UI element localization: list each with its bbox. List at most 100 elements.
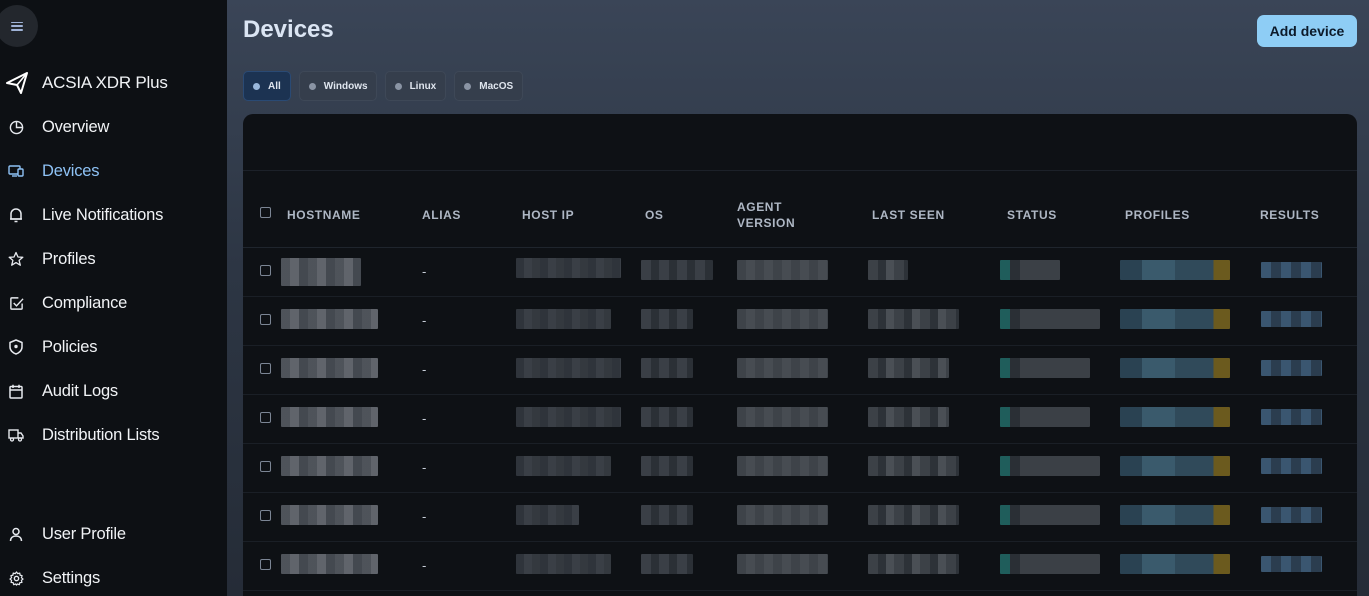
sidebar-item-settings[interactable]: Settings [0, 560, 227, 596]
status-redacted [1000, 554, 1100, 574]
filter-chip-windows[interactable]: Windows [298, 71, 377, 101]
results-redacted [1261, 556, 1322, 572]
last-seen-redacted [868, 309, 959, 329]
row-checkbox[interactable] [260, 265, 271, 276]
status-redacted [1000, 407, 1090, 427]
logo-icon [6, 72, 28, 94]
filter-chip-all[interactable]: All [243, 71, 291, 101]
hostname-redacted [281, 407, 378, 427]
devices-table: HOSTNAME ALIAS HOST IP OS AGENT VERSION … [243, 114, 1357, 596]
column-header-last-seen[interactable]: LAST SEEN [872, 207, 945, 223]
table-row[interactable]: - [243, 297, 1357, 346]
chip-label: All [268, 80, 281, 92]
column-header-hostname[interactable]: HOSTNAME [287, 207, 360, 223]
os-redacted [641, 260, 713, 280]
hostname-redacted [281, 258, 361, 286]
agent-version-redacted [737, 358, 828, 378]
dot-icon [253, 82, 260, 90]
profiles-redacted [1120, 358, 1230, 378]
column-header-alias[interactable]: ALIAS [422, 207, 461, 223]
results-redacted [1261, 311, 1322, 327]
table-header: HOSTNAME ALIAS HOST IP OS AGENT VERSION … [243, 171, 1357, 248]
column-header-host-ip[interactable]: HOST IP [522, 207, 574, 223]
last-seen-redacted [868, 554, 959, 574]
table-row[interactable]: - [243, 395, 1357, 444]
filter-chip-macos[interactable]: MacOS [454, 71, 524, 101]
row-checkbox[interactable] [260, 559, 271, 570]
column-header-status[interactable]: STATUS [1007, 207, 1057, 223]
alias-value: - [422, 411, 427, 426]
sidebar-item-label: User Profile [42, 524, 126, 543]
calendar-icon [8, 383, 24, 399]
profiles-redacted [1120, 309, 1230, 329]
dot-icon [394, 82, 402, 90]
sidebar-item-label: Overview [42, 117, 110, 136]
last-seen-redacted [868, 456, 959, 476]
profiles-redacted [1120, 456, 1230, 476]
hamburger-icon [11, 21, 23, 31]
sidebar-item-label: Profiles [42, 249, 96, 268]
results-redacted [1261, 360, 1322, 376]
sidebar-item-overview[interactable]: Overview [0, 109, 227, 145]
truck-icon [8, 427, 24, 443]
host-ip-redacted [516, 554, 611, 574]
status-redacted [1000, 358, 1090, 378]
page-title: Devices [243, 16, 334, 43]
profiles-redacted [1120, 505, 1230, 525]
os-redacted [641, 358, 693, 378]
menu-toggle-button[interactable] [0, 5, 38, 47]
alias-value: - [422, 460, 427, 475]
sidebar-item-label: Audit Logs [42, 381, 118, 400]
column-header-agent-version[interactable]: AGENT VERSION [737, 199, 807, 231]
main-content: Devices Add device All Windows Linux Mac… [227, 0, 1369, 596]
sidebar-item-live-notifications[interactable]: Live Notifications [0, 197, 227, 233]
column-header-os[interactable]: OS [645, 207, 664, 223]
add-device-button[interactable]: Add device [1257, 15, 1357, 47]
profiles-redacted [1120, 260, 1230, 280]
sidebar: ACSIA XDR Plus Overview Devices Live Not… [0, 0, 227, 596]
star-icon [8, 251, 24, 267]
row-checkbox[interactable] [260, 363, 271, 374]
agent-version-redacted [737, 309, 828, 329]
sidebar-item-profiles[interactable]: Profiles [0, 241, 227, 277]
results-redacted [1261, 458, 1322, 474]
host-ip-redacted [516, 505, 579, 525]
row-checkbox[interactable] [260, 510, 271, 521]
os-filter-chips: All Windows Linux MacOS [243, 71, 524, 101]
sidebar-item-audit-logs[interactable]: Audit Logs [0, 373, 227, 409]
brand-logo-link[interactable]: ACSIA XDR Plus [0, 65, 227, 101]
sidebar-item-user-profile[interactable]: User Profile [0, 516, 227, 552]
row-checkbox[interactable] [260, 314, 271, 325]
host-ip-redacted [516, 309, 611, 329]
chip-label: Linux [409, 80, 437, 92]
column-header-results[interactable]: RESULTS [1260, 207, 1319, 223]
results-redacted [1261, 262, 1322, 278]
row-checkbox[interactable] [260, 412, 271, 423]
table-row[interactable]: - [243, 248, 1357, 297]
sidebar-item-label: Live Notifications [42, 205, 164, 224]
select-all-checkbox[interactable] [260, 207, 271, 218]
host-ip-redacted [516, 358, 621, 378]
sidebar-item-policies[interactable]: Policies [0, 329, 227, 365]
hostname-redacted [281, 309, 378, 329]
column-header-profiles[interactable]: PROFILES [1125, 207, 1190, 223]
profiles-redacted [1120, 554, 1230, 574]
alias-value: - [422, 558, 427, 573]
alias-value: - [422, 509, 427, 524]
sidebar-item-compliance[interactable]: Compliance [0, 285, 227, 321]
table-row[interactable]: - [243, 542, 1357, 591]
sidebar-item-devices[interactable]: Devices [0, 153, 227, 189]
bell-icon [8, 207, 24, 223]
table-toolbar [243, 114, 1357, 171]
shield-icon [8, 339, 24, 355]
table-row[interactable]: - [243, 493, 1357, 542]
sidebar-item-label: Settings [42, 568, 101, 587]
hostname-redacted [281, 554, 378, 574]
filter-chip-linux[interactable]: Linux [384, 71, 447, 101]
row-checkbox[interactable] [260, 461, 271, 472]
table-row[interactable]: - [243, 346, 1357, 395]
alias-value: - [422, 362, 427, 377]
sidebar-item-label: Policies [42, 337, 98, 356]
sidebar-item-distribution-lists[interactable]: Distribution Lists [0, 417, 227, 453]
table-row[interactable]: - [243, 444, 1357, 493]
